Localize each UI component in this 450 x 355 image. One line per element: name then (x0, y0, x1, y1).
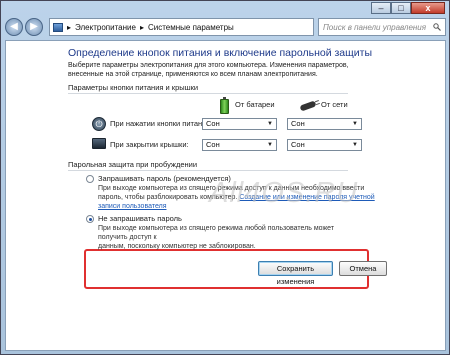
lid-close-ac-select[interactable]: Сон ▼ (287, 139, 362, 151)
selected-value: Сон (206, 119, 220, 128)
lid-close-battery-select[interactable]: Сон ▼ (202, 139, 277, 151)
power-buttons-group-label: Параметры кнопки питания и крышки (68, 83, 199, 92)
laptop-lid-icon (92, 138, 106, 149)
main-content: Определение кнопок питания и включение п… (5, 40, 446, 351)
forward-button[interactable]: ▶ (25, 18, 43, 36)
page-intro: Выберите параметры электропитания для эт… (68, 62, 349, 78)
watermark: All4OS.RU (209, 177, 359, 209)
breadcrumb-separator: ▸ (139, 22, 144, 32)
window-controls: – □ x (371, 2, 445, 14)
save-changes-button[interactable]: Сохранить изменения (258, 261, 333, 286)
maximize-button[interactable]: □ (391, 2, 411, 14)
battery-column-header: От батареи (235, 100, 275, 109)
dont-require-password-label[interactable]: Не запрашивать пароль (98, 214, 182, 223)
power-button-label: При нажатии кнопки питания: (110, 119, 213, 128)
breadcrumb-separator: ▸ (67, 22, 72, 32)
minimize-button[interactable]: – (371, 2, 391, 14)
selected-value: Сон (291, 140, 305, 149)
power-button-battery-select[interactable]: Сон ▼ (202, 118, 277, 130)
plug-icon (299, 100, 317, 112)
dont-require-password-radio[interactable] (86, 215, 94, 223)
dont-require-password-desc-line1: При выходе компьютера из спящего режима … (98, 225, 335, 241)
breadcrumb-power[interactable]: Электропитание (75, 23, 136, 32)
search-input[interactable]: Поиск в панели управления (318, 18, 446, 36)
selected-value: Сон (206, 140, 220, 149)
power-button-icon: ⏻ (92, 117, 106, 131)
address-bar: ◀ ▶ ▸ Электропитание ▸ Системные парамет… (5, 17, 446, 37)
search-placeholder: Поиск в панели управления (323, 22, 427, 32)
lid-close-label: При закрытии крышки: (110, 140, 189, 149)
battery-icon (220, 97, 229, 114)
selected-value: Сон (291, 119, 305, 128)
title-bar: – □ x (1, 1, 449, 15)
dont-require-password-description: При выходе компьютера из спящего режима … (98, 224, 363, 251)
ac-column-header: От сети (321, 100, 348, 109)
search-icon (433, 23, 441, 31)
chevron-down-icon: ▼ (267, 121, 273, 127)
breadcrumb[interactable]: ▸ Электропитание ▸ Системные параметры (49, 18, 314, 36)
password-group-label: Парольная защита при пробуждении (68, 160, 198, 169)
page-title: Определение кнопок питания и включение п… (68, 47, 373, 59)
close-button[interactable]: x (411, 2, 445, 14)
cancel-button[interactable]: Отмена (339, 261, 387, 276)
chevron-down-icon: ▼ (352, 121, 358, 127)
control-panel-window: – □ x ◀ ▶ ▸ Электропитание ▸ Системные п… (0, 0, 450, 355)
back-button[interactable]: ◀ (5, 18, 23, 36)
require-password-radio[interactable] (86, 175, 94, 183)
group-divider (68, 170, 348, 171)
breadcrumb-system-settings[interactable]: Системные параметры (148, 23, 234, 32)
chevron-down-icon: ▼ (267, 142, 273, 148)
chevron-down-icon: ▼ (352, 142, 358, 148)
dont-require-password-desc-line2: данным, поскольку компьютер не заблокиро… (98, 243, 256, 250)
group-divider (68, 93, 348, 94)
control-panel-icon (53, 22, 63, 32)
power-button-ac-select[interactable]: Сон ▼ (287, 118, 362, 130)
